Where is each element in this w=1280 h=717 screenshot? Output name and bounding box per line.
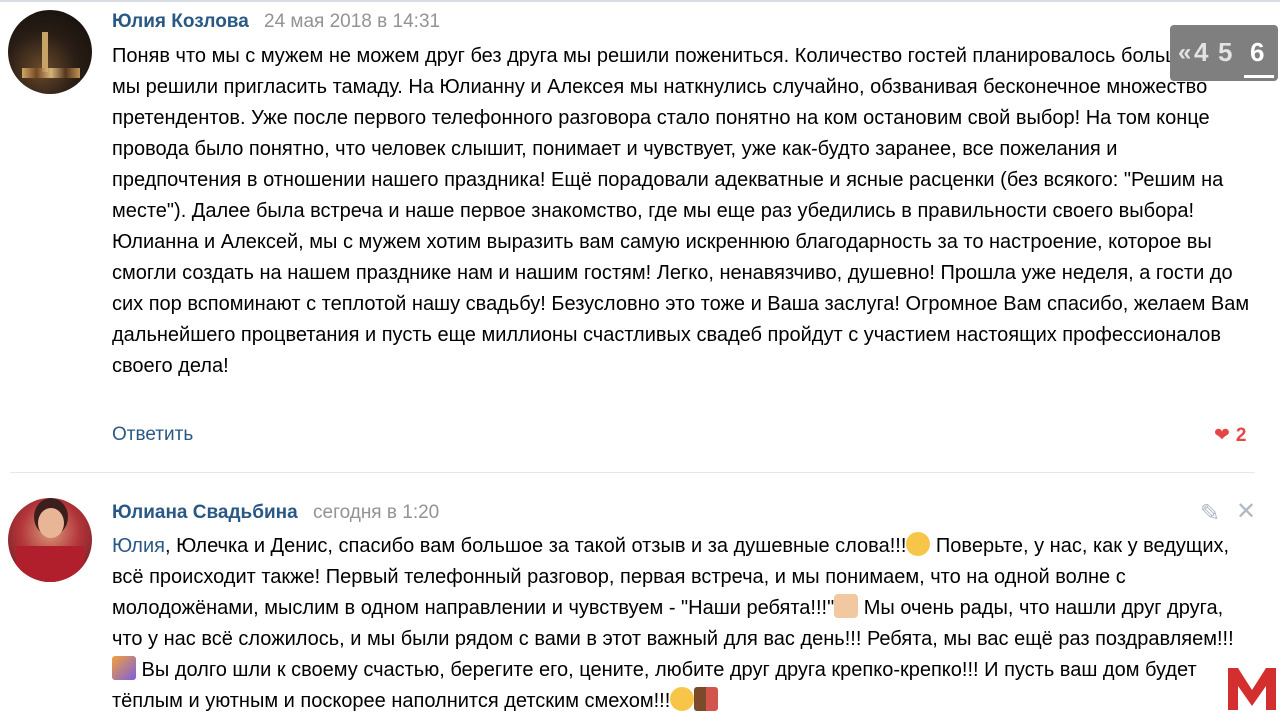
- top-border: [0, 0, 1280, 2]
- comment-date[interactable]: 24 мая 2018 в 14:31: [264, 11, 440, 33]
- like-button[interactable]: ❤ 2: [1214, 424, 1247, 447]
- pager-page-5[interactable]: 5: [1218, 37, 1232, 68]
- avatar-face: [38, 508, 64, 538]
- wink-emoji-icon: [670, 687, 695, 711]
- comment-author[interactable]: Юлия Козлова: [112, 11, 249, 33]
- comment-date[interactable]: сегодня в 1:20: [313, 502, 439, 524]
- close-icon[interactable]: ✕: [1236, 497, 1256, 526]
- divider: [10, 472, 1255, 473]
- comment-author[interactable]: Юлиана Свадьбина: [112, 502, 298, 524]
- reply-link[interactable]: Ответить: [112, 424, 193, 446]
- avatar-building: [42, 32, 48, 72]
- photo-pager: « 4 5 6: [1170, 25, 1278, 81]
- pager-prev[interactable]: «: [1178, 39, 1191, 67]
- avatar-lights: [22, 68, 80, 78]
- m-logo-icon: [1228, 668, 1276, 710]
- text-part: , Юлечка и Денис, спасибо вам большое за…: [164, 535, 907, 557]
- mention-link[interactable]: Юлия: [112, 535, 165, 557]
- pager-page-6[interactable]: 6: [1250, 37, 1264, 68]
- smile-emoji-icon: [906, 532, 931, 556]
- party-popper-emoji-icon: [112, 656, 136, 680]
- couple-emoji-icon: [694, 687, 719, 711]
- avatar-body: [16, 546, 84, 582]
- text-part: Вы долго шли к своему счастью, берегите …: [112, 659, 1197, 712]
- pager-active-indicator: [1244, 75, 1274, 78]
- thumbs-up-emoji-icon: [834, 594, 859, 618]
- comment-text: Юлия, Юлечка и Денис, спасибо вам большо…: [112, 531, 1252, 717]
- pencil-icon[interactable]: ✎: [1200, 499, 1220, 528]
- avatar[interactable]: [8, 10, 92, 94]
- like-count: 2: [1235, 425, 1247, 446]
- heart-icon: ❤: [1214, 425, 1230, 446]
- comment-text: Поняв что мы с мужем не можем друг без д…: [112, 45, 1250, 377]
- pager-page-4[interactable]: 4: [1194, 37, 1208, 68]
- avatar[interactable]: [8, 498, 92, 582]
